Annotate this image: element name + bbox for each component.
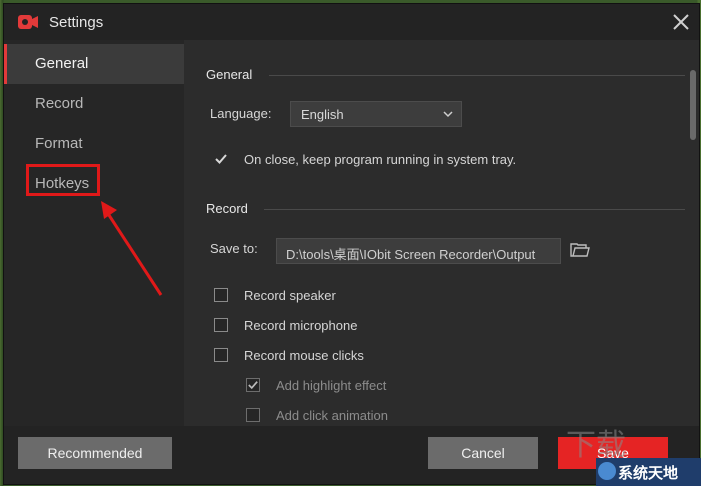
cancel-button[interactable]: Cancel <box>428 437 538 469</box>
save-to-label: Save to: <box>210 241 258 256</box>
click-animation-checkbox[interactable] <box>246 408 260 422</box>
highlight-effect-checkbox[interactable] <box>246 378 260 392</box>
scrollbar-track[interactable] <box>687 40 699 426</box>
watermark-text: 系统天地 <box>618 465 679 482</box>
language-select[interactable]: English <box>290 101 462 127</box>
sidebar-item-label: Format <box>35 135 83 152</box>
record-mouse-clicks-label: Record mouse clicks <box>244 348 364 363</box>
watermark-badge: 系统天地 <box>596 458 701 486</box>
record-speaker-label: Record speaker <box>244 288 336 303</box>
sidebar-item-label: Record <box>35 95 84 112</box>
section-divider <box>269 75 685 76</box>
checkmark-icon <box>215 154 227 164</box>
record-mouse-clicks-checkbox[interactable] <box>214 348 228 362</box>
keep-running-label: On close, keep program running in system… <box>244 152 517 167</box>
checkmark-icon <box>248 381 258 390</box>
sidebar-item-general[interactable]: General <box>4 44 184 84</box>
section-divider <box>264 209 685 210</box>
save-to-path-value: D:\tools\桌面\IObit Screen Recorder\Output <box>286 247 536 262</box>
watermark-logo-icon: 下载 <box>566 428 626 461</box>
language-value: English <box>301 107 344 122</box>
recommended-button[interactable]: Recommended <box>18 437 172 469</box>
record-speaker-checkbox[interactable] <box>214 288 228 302</box>
globe-icon <box>598 462 616 480</box>
chevron-down-icon <box>443 111 453 118</box>
highlight-effect-label: Add highlight effect <box>276 378 387 393</box>
hotkeys-highlight-box <box>26 164 100 196</box>
folder-icon[interactable] <box>570 242 590 258</box>
language-label: Language: <box>210 106 272 121</box>
recorder-logo-icon <box>18 15 38 29</box>
save-to-path-field[interactable]: D:\tools\桌面\IObit Screen Recorder\Output <box>276 238 561 264</box>
title-bar: Settings <box>4 4 699 40</box>
annotation-arrow-icon <box>101 201 163 296</box>
section-title-general: General <box>206 67 253 82</box>
sidebar-item-record[interactable]: Record <box>4 84 184 124</box>
svg-text:下载: 下载 <box>566 428 626 461</box>
record-microphone-label: Record microphone <box>244 318 358 333</box>
record-microphone-checkbox[interactable] <box>214 318 228 332</box>
sidebar-item-label: General <box>35 55 89 72</box>
sidebar-item-format[interactable]: Format <box>4 124 184 164</box>
keep-running-checkbox[interactable] <box>214 152 228 166</box>
close-icon[interactable] <box>669 10 693 34</box>
section-title-record: Record <box>206 201 248 216</box>
scrollbar-thumb[interactable] <box>690 70 696 140</box>
click-animation-label: Add click animation <box>276 408 388 423</box>
settings-content: General Language: English On close, keep… <box>184 40 699 426</box>
window-title: Settings <box>49 14 104 31</box>
